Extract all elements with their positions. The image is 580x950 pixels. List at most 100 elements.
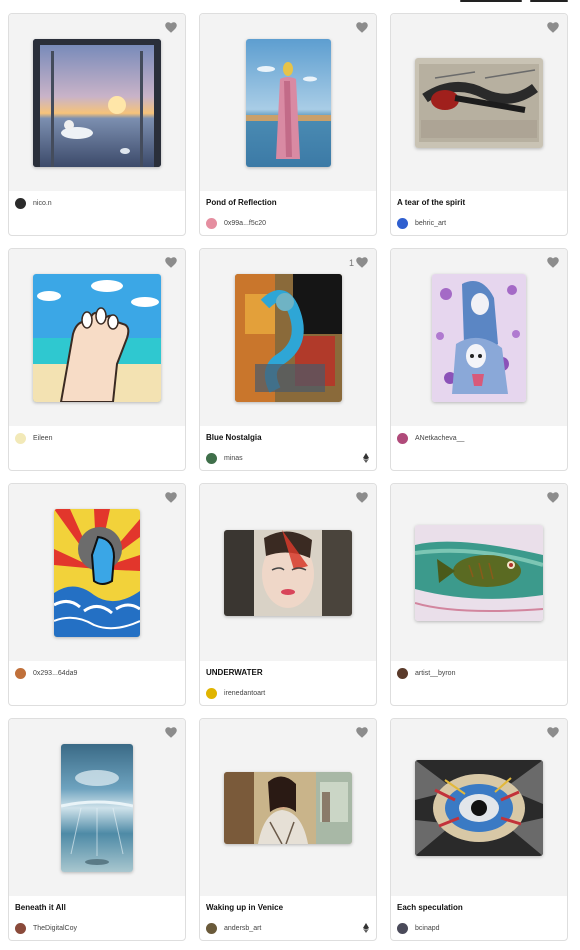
artwork-media[interactable] — [200, 14, 376, 191]
top-button-1[interactable] — [460, 0, 522, 2]
avatar[interactable] — [206, 923, 217, 934]
owner-handle[interactable]: 0x293...64da9 — [33, 670, 77, 677]
artwork-card[interactable]: nico.n — [8, 13, 186, 236]
artwork-image[interactable] — [33, 38, 161, 167]
artwork-media[interactable] — [391, 249, 567, 426]
artwork-media[interactable] — [9, 249, 185, 426]
like-control[interactable] — [163, 22, 177, 33]
heart-icon[interactable] — [165, 22, 177, 33]
owner-handle[interactable]: Eileen — [33, 435, 52, 442]
artwork-image[interactable] — [415, 524, 543, 621]
artwork-card[interactable]: Each speculation bcinapd — [390, 718, 568, 941]
owner[interactable]: 0x293...64da9 — [15, 668, 77, 679]
heart-icon[interactable] — [547, 257, 559, 268]
like-control[interactable] — [354, 22, 368, 33]
owner-handle[interactable]: artist__byron — [415, 670, 455, 677]
owner-handle[interactable]: TheDigitalCoy — [33, 925, 77, 932]
owner[interactable]: TheDigitalCoy — [15, 923, 77, 934]
artwork-title[interactable]: Blue Nostalgia — [206, 433, 262, 442]
avatar[interactable] — [397, 668, 408, 679]
like-control[interactable] — [545, 492, 559, 503]
heart-icon[interactable] — [356, 492, 368, 503]
artwork-image[interactable] — [54, 508, 140, 637]
avatar[interactable] — [15, 923, 26, 934]
like-control[interactable] — [545, 257, 559, 268]
owner[interactable]: minas — [206, 453, 243, 464]
artwork-title[interactable]: UNDERWATER — [206, 668, 263, 677]
like-control[interactable] — [545, 727, 559, 738]
owner-handle[interactable]: ANetkacheva__ — [415, 435, 464, 442]
artwork-media[interactable] — [391, 14, 567, 191]
artwork-card[interactable]: Pond of Reflection 0x99a...f5c20 — [199, 13, 377, 236]
avatar[interactable] — [206, 453, 217, 464]
owner-handle[interactable]: behric_art — [415, 220, 446, 227]
owner-handle[interactable]: minas — [224, 455, 243, 462]
artwork-title[interactable]: Waking up in Venice — [206, 903, 283, 912]
artwork-media[interactable] — [391, 484, 567, 661]
heart-icon[interactable] — [165, 257, 177, 268]
avatar[interactable] — [15, 198, 26, 209]
owner-handle[interactable]: 0x99a...f5c20 — [224, 220, 266, 227]
heart-icon[interactable] — [547, 492, 559, 503]
artwork-title[interactable]: Beneath it All — [15, 903, 66, 912]
artwork-image[interactable] — [234, 273, 342, 402]
owner[interactable]: irenedantoart — [206, 688, 265, 699]
avatar[interactable] — [206, 218, 217, 229]
like-control[interactable] — [354, 727, 368, 738]
artwork-title[interactable]: A tear of the spirit — [397, 198, 465, 207]
artwork-card[interactable]: 1 Blue Nostalgia minas — [199, 248, 377, 471]
artwork-media[interactable] — [9, 14, 185, 191]
artwork-image[interactable] — [432, 273, 526, 402]
owner[interactable]: andersb_art — [206, 923, 261, 934]
owner[interactable]: nico.n — [15, 198, 52, 209]
avatar[interactable] — [397, 923, 408, 934]
heart-icon[interactable] — [547, 727, 559, 738]
like-control[interactable] — [163, 727, 177, 738]
artwork-media[interactable] — [200, 484, 376, 661]
heart-icon[interactable] — [165, 492, 177, 503]
heart-icon[interactable] — [356, 727, 368, 738]
artwork-image[interactable] — [61, 743, 133, 872]
artwork-image[interactable] — [415, 57, 543, 148]
owner[interactable]: bcinapd — [397, 923, 440, 934]
artwork-image[interactable] — [245, 38, 331, 167]
artwork-card[interactable]: ANetkacheva__ — [390, 248, 568, 471]
owner-handle[interactable]: andersb_art — [224, 925, 261, 932]
heart-icon[interactable] — [547, 22, 559, 33]
owner[interactable]: Eileen — [15, 433, 52, 444]
artwork-image[interactable] — [415, 759, 543, 856]
artwork-image[interactable] — [224, 771, 352, 844]
artwork-media[interactable] — [9, 719, 185, 896]
owner[interactable]: artist__byron — [397, 668, 455, 679]
owner-handle[interactable]: nico.n — [33, 200, 52, 207]
artwork-card[interactable]: Eileen — [8, 248, 186, 471]
artwork-title[interactable]: Pond of Reflection — [206, 198, 277, 207]
artwork-media[interactable] — [391, 719, 567, 896]
like-control[interactable] — [163, 257, 177, 268]
like-control[interactable] — [354, 492, 368, 503]
avatar[interactable] — [15, 433, 26, 444]
like-control[interactable] — [163, 492, 177, 503]
avatar[interactable] — [397, 433, 408, 444]
artwork-media[interactable] — [200, 719, 376, 896]
avatar[interactable] — [15, 668, 26, 679]
heart-icon[interactable] — [165, 727, 177, 738]
heart-icon[interactable] — [356, 22, 368, 33]
owner[interactable]: ANetkacheva__ — [397, 433, 464, 444]
avatar[interactable] — [397, 218, 408, 229]
owner[interactable]: 0x99a...f5c20 — [206, 218, 266, 229]
artwork-card[interactable]: UNDERWATER irenedantoart — [199, 483, 377, 706]
like-control[interactable] — [545, 22, 559, 33]
artwork-card[interactable]: 0x293...64da9 — [8, 483, 186, 706]
artwork-image[interactable] — [33, 273, 161, 402]
owner-handle[interactable]: irenedantoart — [224, 690, 265, 697]
avatar[interactable] — [206, 688, 217, 699]
owner-handle[interactable]: bcinapd — [415, 925, 440, 932]
like-control[interactable]: 1 — [349, 257, 368, 268]
artwork-card[interactable]: Waking up in Venice andersb_art — [199, 718, 377, 941]
owner[interactable]: behric_art — [397, 218, 446, 229]
artwork-card[interactable]: Beneath it All TheDigitalCoy — [8, 718, 186, 941]
artwork-media[interactable] — [9, 484, 185, 661]
top-button-2[interactable] — [530, 0, 568, 2]
artwork-title[interactable]: Each speculation — [397, 903, 463, 912]
